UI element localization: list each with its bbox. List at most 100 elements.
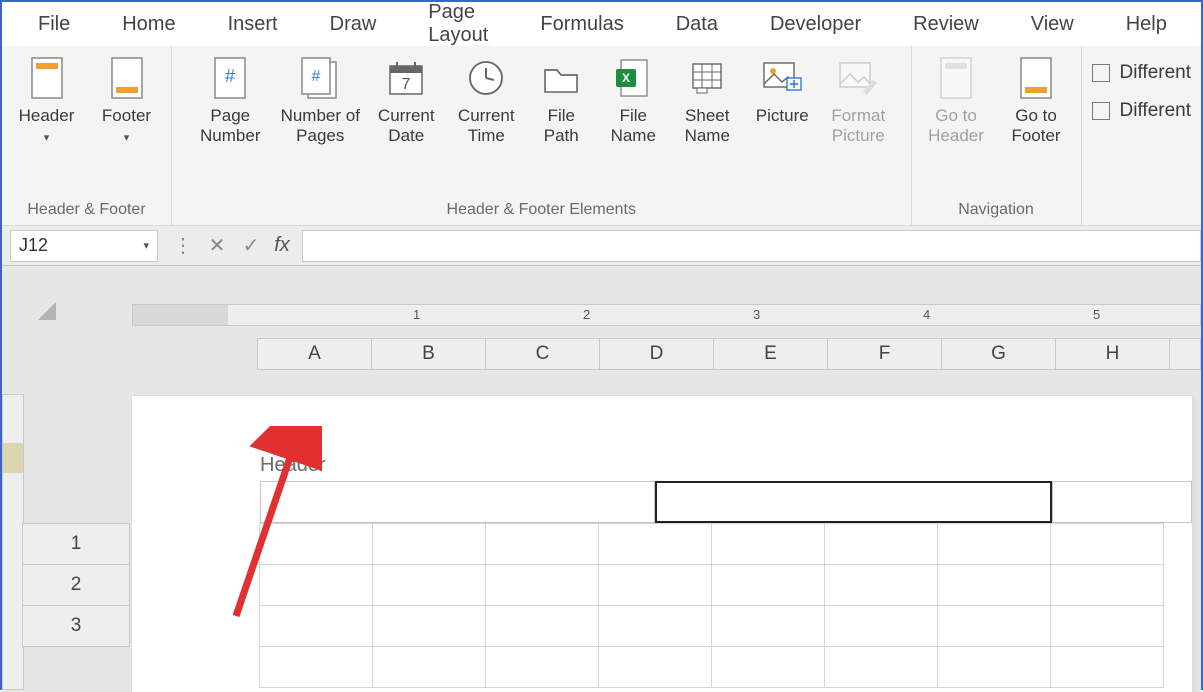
menu-bar: File Home Insert Draw Page Layout Formul… — [2, 2, 1201, 46]
cell[interactable] — [824, 523, 938, 565]
menu-review[interactable]: Review — [887, 5, 1005, 44]
worksheet-area: 1 2 3 4 5 A B C D E F G H Header 1 2 3 — [2, 266, 1201, 692]
col-header-c[interactable]: C — [486, 339, 600, 369]
file-path-button[interactable]: File Path — [531, 54, 591, 150]
cell[interactable] — [598, 564, 712, 606]
menu-insert[interactable]: Insert — [202, 5, 304, 44]
grid-row — [260, 564, 1192, 606]
current-time-button[interactable]: Current Time — [451, 54, 521, 150]
cell[interactable] — [937, 564, 1051, 606]
goto-header-icon — [934, 56, 978, 100]
ruler-margin-mark — [3, 443, 23, 473]
col-header-g[interactable]: G — [942, 339, 1056, 369]
calendar-icon: 7 — [384, 56, 428, 100]
cell[interactable] — [259, 523, 373, 565]
menu-draw[interactable]: Draw — [304, 5, 403, 44]
cell[interactable] — [1050, 646, 1164, 688]
cell[interactable] — [259, 605, 373, 647]
cell[interactable] — [372, 564, 486, 606]
cell[interactable] — [598, 646, 712, 688]
format-picture-button: Format Picture — [825, 54, 891, 150]
cell[interactable] — [485, 564, 599, 606]
menu-developer[interactable]: Developer — [744, 5, 887, 44]
col-header-a[interactable]: A — [258, 339, 372, 369]
page-number-label: Page Number — [191, 106, 269, 150]
cell[interactable] — [598, 523, 712, 565]
select-all-triangle[interactable] — [38, 302, 56, 320]
enter-icon[interactable]: ✓ — [234, 230, 268, 262]
checkbox-icon[interactable] — [1092, 64, 1110, 82]
menu-file[interactable]: File — [12, 5, 96, 44]
col-header-b[interactable]: B — [372, 339, 486, 369]
ruler-tick: 1 — [413, 307, 420, 322]
picture-button[interactable]: Picture — [749, 54, 815, 150]
menu-home[interactable]: Home — [96, 5, 201, 44]
header-right-cell[interactable] — [1052, 481, 1192, 523]
menu-dots[interactable]: ⋮ — [166, 230, 200, 262]
col-header-d[interactable]: D — [600, 339, 714, 369]
cell[interactable] — [259, 646, 373, 688]
cell[interactable] — [1050, 605, 1164, 647]
cell[interactable] — [259, 564, 373, 606]
col-header-h[interactable]: H — [1056, 339, 1170, 369]
header-left-cell[interactable] — [260, 481, 655, 523]
cell[interactable] — [937, 523, 1051, 565]
cell[interactable] — [372, 646, 486, 688]
page-number-button[interactable]: # Page Number — [191, 54, 269, 150]
cell[interactable] — [598, 605, 712, 647]
cell[interactable] — [937, 646, 1051, 688]
chevron-down-icon: ▾ — [124, 132, 130, 144]
cell[interactable] — [372, 605, 486, 647]
cell[interactable] — [1050, 564, 1164, 606]
cell[interactable] — [711, 564, 825, 606]
cancel-icon[interactable]: ✕ — [200, 230, 234, 262]
vertical-ruler — [2, 394, 24, 690]
cell[interactable] — [485, 605, 599, 647]
menu-help[interactable]: Help — [1100, 5, 1193, 44]
file-name-button[interactable]: X File Name — [601, 54, 665, 150]
cell[interactable] — [1050, 523, 1164, 565]
cell[interactable] — [824, 564, 938, 606]
menu-formulas[interactable]: Formulas — [514, 5, 649, 44]
row-header-3[interactable]: 3 — [22, 605, 130, 647]
cell[interactable] — [711, 523, 825, 565]
current-date-button[interactable]: 7 Current Date — [371, 54, 441, 150]
cell[interactable] — [824, 646, 938, 688]
formula-input[interactable] — [302, 230, 1201, 262]
row-header-1[interactable]: 1 — [22, 523, 130, 565]
cell[interactable] — [485, 646, 599, 688]
menu-data[interactable]: Data — [650, 5, 744, 44]
cell[interactable] — [937, 605, 1051, 647]
group-title-elements: Header & Footer Elements — [447, 201, 636, 219]
formula-bar: J12 ▾ ⋮ ✕ ✓ fx — [2, 226, 1201, 266]
header-icon — [25, 56, 69, 100]
grid-row — [260, 523, 1192, 565]
goto-footer-label: Go to Footer — [1001, 106, 1071, 150]
cell[interactable] — [372, 523, 486, 565]
col-header-f[interactable]: F — [828, 339, 942, 369]
goto-footer-icon — [1014, 56, 1058, 100]
goto-header-label: Go to Header — [921, 106, 991, 150]
menu-view[interactable]: View — [1005, 5, 1100, 44]
number-of-pages-button[interactable]: # Number of Pages — [279, 54, 361, 150]
checkbox-icon[interactable] — [1092, 102, 1110, 120]
option-different-1[interactable]: Different — [1092, 62, 1191, 84]
header-button[interactable]: Header▾ — [12, 54, 82, 150]
chevron-down-icon[interactable]: ▾ — [143, 239, 149, 252]
cell[interactable] — [485, 523, 599, 565]
sheet-name-button[interactable]: Sheet Name — [675, 54, 739, 150]
name-box-value: J12 — [19, 235, 48, 256]
cell[interactable] — [711, 605, 825, 647]
col-header-e[interactable]: E — [714, 339, 828, 369]
cell[interactable] — [824, 605, 938, 647]
cell[interactable] — [711, 646, 825, 688]
fx-button[interactable]: fx — [268, 230, 302, 262]
row-header-2[interactable]: 2 — [22, 564, 130, 606]
header-center-cell[interactable] — [655, 481, 1052, 523]
goto-footer-button[interactable]: Go to Footer — [1001, 54, 1071, 150]
option-different-2[interactable]: Different — [1092, 100, 1191, 122]
footer-button[interactable]: Footer▾ — [92, 54, 162, 150]
ribbon: Header▾ Footer▾ Header & Footer # Page N… — [2, 46, 1201, 226]
column-headers: A B C D E F G H — [257, 338, 1201, 370]
name-box[interactable]: J12 ▾ — [10, 230, 158, 262]
